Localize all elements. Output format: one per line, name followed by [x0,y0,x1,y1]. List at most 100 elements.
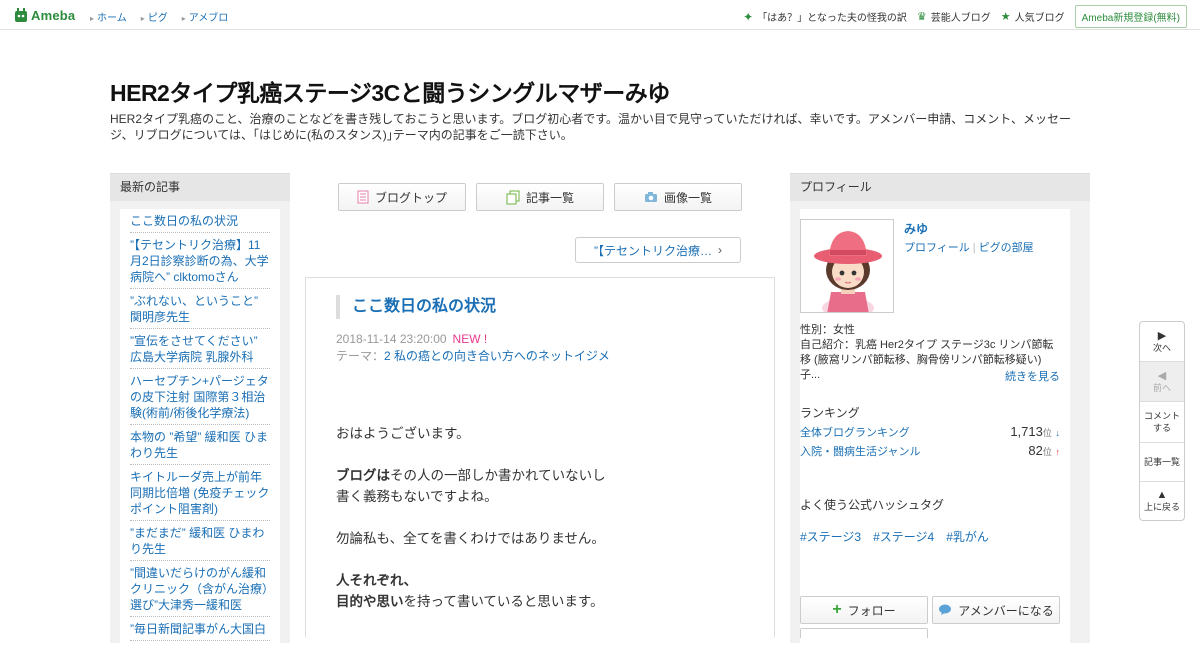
pigg-room-link[interactable]: ピグの部屋 [979,242,1034,254]
chevron-right-icon: › [718,243,722,257]
profile-heading: プロフィール [790,174,1090,201]
recent-article-item[interactable]: ”【テセントリク治療】11月2日診察診断の為、大学病院へ” clktomoさん [130,233,270,289]
celebrity-blog-link[interactable]: ♛ 芸能人ブログ [917,9,991,24]
nav-pigg[interactable]: ▸ ピグ [141,9,168,24]
image-list-button[interactable]: 画像一覧 [614,183,742,211]
paragraph: ブログはその人の一部しか書かれていないし 書く義務もないですよね。 [336,465,606,507]
theme-label: テーマ： [336,349,385,363]
header-right-links: ✦ 「はあ？」となった夫の怪我の訳 ♛ 芸能人ブログ ★ 人気ブログ Ameba… [743,5,1187,28]
rank-number: 1,713 [1010,424,1043,439]
bold-text: 人それぞれ、 [336,573,418,588]
star-icon: ★ [1000,11,1011,23]
article-theme-row: テーマ：2 私の癌との向き合い方へのネットイジメ [336,347,610,364]
nav-home-label: ホーム [97,13,127,24]
trend-link[interactable]: ✦ 「はあ？」となった夫の怪我の訳 [743,9,907,25]
profile-links: プロフィール | ピグの部屋 [904,239,1034,255]
document-icon [357,190,369,204]
article-title[interactable]: ここ数日の私の状況 [336,295,496,319]
profile-panel: プロフィール みゆ プロフィール | ピグの部屋 性別：女性 自己紹介：乳癌 H… [790,173,1090,649]
recent-article-item[interactable]: キイトルーダ売上が前年同期比倍増 (免疫チェックポイント阻害剤) [130,465,270,521]
hashtag-list: #ステージ3 #ステージ4 #乳がん [800,528,989,545]
crown-icon: ♛ [916,11,927,23]
arrow-right-icon: ▸ [90,14,95,23]
ameba-logo-icon [15,8,27,22]
nav-ameblo-label: アメブロ [188,13,229,24]
ranking-genre-link[interactable]: 入院・闘病生活ジャンル [800,443,920,459]
arrow-right-icon: ▸ [181,14,186,23]
triangle-right-icon: ▶ [1157,329,1167,342]
blog-top-label: ブログトップ [374,190,447,205]
hashtag-link[interactable]: #ステージ3 [800,528,861,545]
article-list-button[interactable]: 記事一覧 [476,183,604,211]
follow-button[interactable]: + フォロー [800,596,928,624]
arrow-right-icon: ▸ [140,14,145,23]
recent-articles-list: ここ数日の私の状況 ”【テセントリク治療】11月2日診察診断の為、大学病院へ” … [120,209,280,649]
article-list-side-button[interactable]: 記事一覧 [1140,443,1184,482]
recent-article-item[interactable]: 本物の ”希望” 緩和医 ひまわり先生 [130,425,270,465]
recent-article-item[interactable]: ここ数日の私の状況 [130,209,270,233]
recent-article-item[interactable]: ”宣伝をさせてください” 広島大学病院 乳腺外科 [130,329,270,369]
global-header: Ameba ▸ ホーム ▸ ピグ ▸ アメブロ ✦ 「はあ？」となった夫の怪我の訳 ♛… [0,0,1200,30]
popular-blog-link[interactable]: ★ 人気ブログ [1001,9,1065,24]
recent-article-item[interactable]: ”毎日新聞記事がん大国白 [130,617,270,641]
triangle-left-icon: ◀ [1157,369,1167,382]
ranking-heading: ランキング [800,406,860,420]
back-to-top-button[interactable]: ▲ 上に戻る [1140,482,1184,520]
plus-icon: + [832,601,842,618]
article-list-label: 記事一覧 [525,190,574,205]
blog-title[interactable]: HER2タイプ乳癌ステージ3Cと闘うシングルマザーみゆ [110,74,670,108]
camera-icon [644,192,657,202]
prev-article-button[interactable]: ◀ 前へ [1140,362,1184,402]
prev-label: 前へ [1152,382,1171,393]
ranking-overall-value: 1,713位 ↓ [1010,424,1060,440]
recent-article-item[interactable]: ”ぶれない、ということ” 関明彦先生 [130,289,270,329]
amember-button[interactable]: アメンバーになる [932,596,1060,624]
avatar[interactable] [800,219,894,313]
profile-gender: 性別：女性 [800,324,855,336]
image-list-label: 画像一覧 [663,190,712,205]
next-article-button[interactable]: ▶ 次へ [1140,322,1184,362]
recent-article-item[interactable]: ハーセプチン+パージェタの皮下注射 国際第３相治験(術前/術後化学療法) [130,369,270,425]
recent-article-item[interactable]: ”まだまだ” 緩和医 ひまわり先生 [130,521,270,561]
article: ここ数日の私の状況 2018-11-14 23:20:00 NEW ! テーマ：2… [305,277,775,637]
rank-unit: 位 [1042,428,1052,438]
triangle-up-icon: ▲ [1156,489,1168,501]
ranking-genre-value: 82位 ↑ [1028,443,1060,459]
register-button[interactable]: Ameba新規登録(無料) [1074,5,1187,28]
article-date: 2018-11-14 23:20:00 [336,332,447,346]
ameba-logo-text: Ameba [31,7,76,23]
rank-unit: 位 [1042,447,1052,457]
blog-nav-buttons: ブログトップ 記事一覧 画像一覧 [338,183,742,211]
paragraph: 人それぞれ、 目的や思いを持って書いていると思います。 [336,570,606,612]
back-to-top-label: 上に戻る [1143,502,1180,512]
hashtag-heading: よく使う公式ハッシュタグ [800,498,945,512]
separator: | [972,242,976,254]
next-label: 次へ [1152,342,1171,353]
blog-description: HER2タイプ乳癌のこと、治療のことなどを書き残しておこうと思います。ブログ初心… [110,112,1072,142]
blog-top-button[interactable]: ブログトップ [338,183,466,211]
nav-ameblo[interactable]: ▸ アメブロ [182,9,229,24]
profile-link[interactable]: プロフィール [904,242,970,254]
comment-button[interactable]: コメントする [1140,402,1184,443]
text: その人の一部しか書かれていないし [390,468,606,483]
ranking-overall-link[interactable]: 全体ブログランキング [800,424,910,440]
ranking-row: 全体ブログランキング 1,713位 ↓ [800,424,1060,440]
hashtag-link[interactable]: #乳がん [946,528,989,545]
new-badge: NEW ! [452,332,488,346]
nav-home[interactable]: ▸ ホーム [90,9,127,24]
recent-article-item[interactable]: ”間違いだらけのがん緩和クリニック（含がん治療）選び”大津秀一緩和医 [130,561,270,617]
hashtag-link[interactable]: #ステージ4 [873,528,934,545]
paragraph: おはようございます。 [336,426,470,441]
popular-blog-label: 人気ブログ [1014,13,1065,24]
rank-number: 82 [1028,443,1043,458]
paragraph: 勿論私も、全てを書くわけではありません。 [336,531,605,546]
bold-text: 目的や思い [336,594,404,609]
arrow-down-icon: ↓ [1055,428,1061,438]
theme-link[interactable]: 2 私の癌との向き合い方へのネットイジメ [384,349,610,363]
previous-article-link[interactable]: ”【テセントリク治療… › [575,237,741,263]
ameba-logo[interactable]: Ameba [14,6,75,24]
profile-name[interactable]: みゆ [904,220,928,237]
profile-box: みゆ プロフィール | ピグの部屋 性別：女性 自己紹介：乳癌 Her2タイプ ステ… [800,209,1070,649]
trend-link-label: 「はあ？」となった夫の怪我の訳 [757,13,907,24]
read-more-link[interactable]: 続きを見る [1005,368,1060,384]
